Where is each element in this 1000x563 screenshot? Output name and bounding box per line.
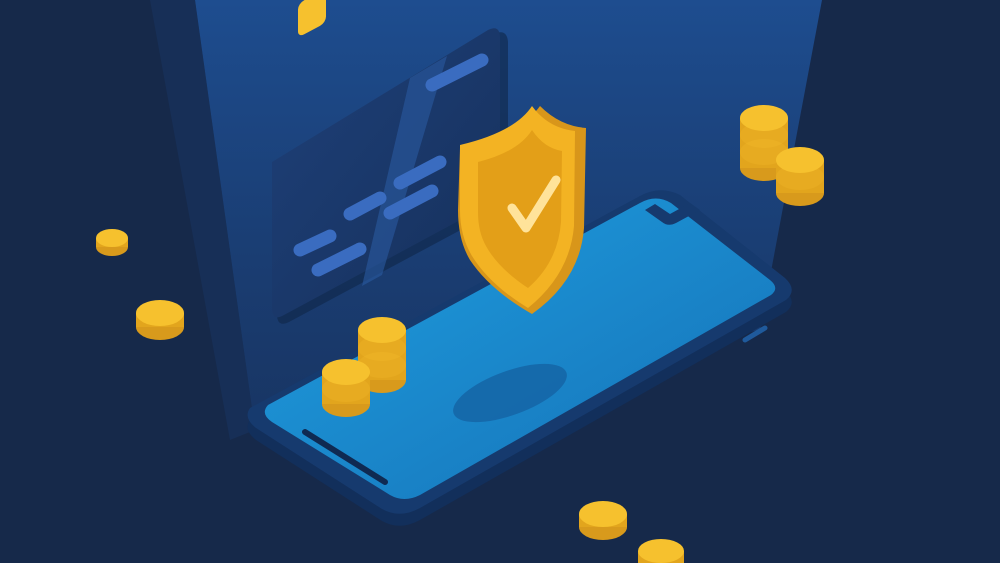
coin-icon	[638, 539, 684, 563]
illustration	[0, 0, 1000, 563]
coin-stack	[776, 147, 824, 206]
coin-icon	[579, 501, 627, 540]
coin-stack	[322, 359, 370, 417]
coin-icon	[136, 300, 184, 340]
scene	[0, 0, 1000, 563]
coin-icon	[96, 229, 128, 256]
